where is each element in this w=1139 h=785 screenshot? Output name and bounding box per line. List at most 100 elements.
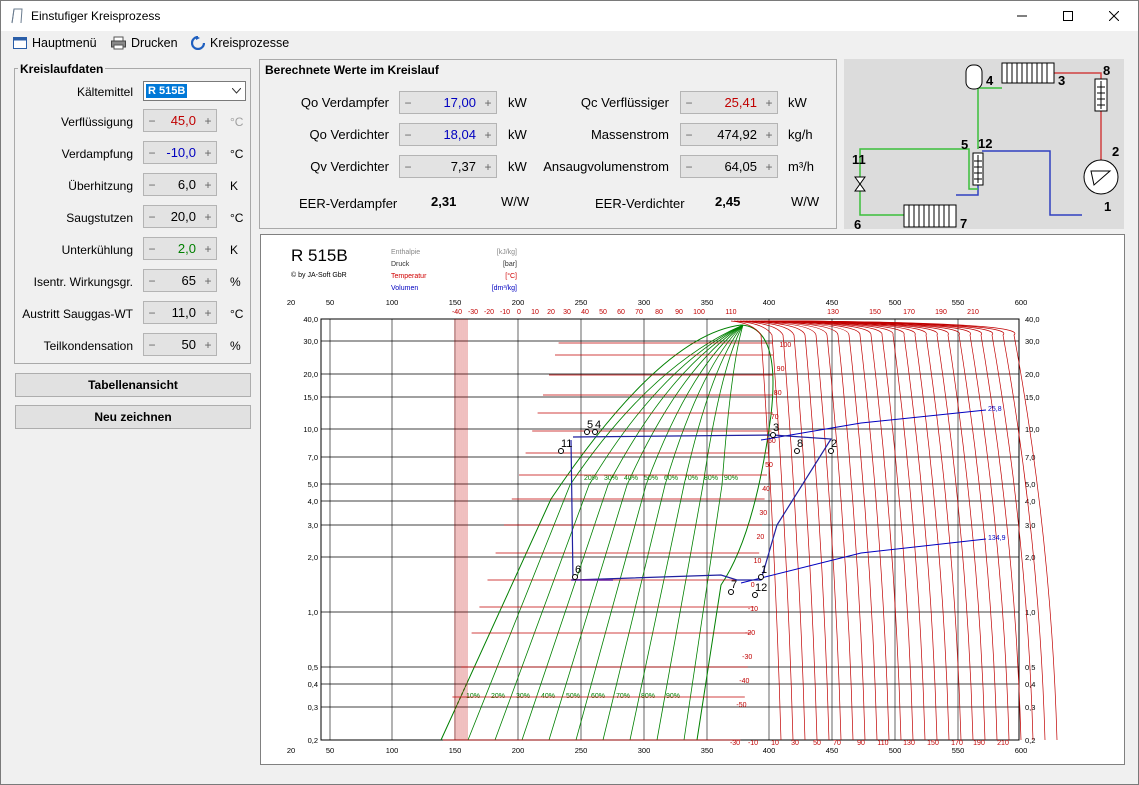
temp-tick-bottom: 90 <box>857 740 865 747</box>
temp-tick-top: 100 <box>693 309 705 316</box>
circuit-row-value[interactable]: 11,0 <box>160 305 200 320</box>
legend-unit: [dm³/kg] <box>492 285 517 292</box>
increment-icon[interactable]: + <box>200 242 216 256</box>
circuit-row-spinner[interactable]: − 65 + <box>143 269 217 292</box>
decrement-icon[interactable]: − <box>144 178 160 192</box>
minimize-button[interactable] <box>999 1 1045 31</box>
maximize-button[interactable] <box>1045 1 1091 31</box>
increment-icon[interactable]: + <box>200 306 216 320</box>
decrement-icon[interactable]: − <box>144 146 160 160</box>
decrement-icon[interactable]: − <box>144 306 160 320</box>
refrigerant-select[interactable]: R 515B <box>143 81 246 101</box>
enthalpy-tick-bottom: 350 <box>701 746 714 755</box>
decrement-icon[interactable]: − <box>144 210 160 224</box>
circuit-row-value[interactable]: 65 <box>160 273 200 288</box>
decrement-icon[interactable]: − <box>144 114 160 128</box>
redraw-button[interactable]: Neu zeichnen <box>15 405 251 429</box>
pressure-tick-left: 3,0 <box>308 521 318 530</box>
enthalpy-tick-top: 300 <box>638 298 651 307</box>
table-view-button[interactable]: Tabellenansicht <box>15 373 251 397</box>
isotherm-label: -20 <box>745 630 755 637</box>
circuit-row-value[interactable]: -10,0 <box>160 145 200 160</box>
quality-label-top: 80% <box>704 475 718 482</box>
enthalpy-tick-top: 600 <box>1015 298 1028 307</box>
cycle-point-label: 7 <box>731 579 737 591</box>
increment-icon[interactable]: + <box>200 114 216 128</box>
enthalpy-tick-top: 200 <box>512 298 525 307</box>
decrement-icon[interactable]: − <box>144 274 160 288</box>
circuit-row-spinner[interactable]: − 45,0 + <box>143 109 217 132</box>
circuit-row-label: Saugstutzen <box>66 211 133 225</box>
circuit-row-spinner[interactable]: − 11,0 + <box>143 301 217 324</box>
circuit-row-spinner[interactable]: − 50 + <box>143 333 217 356</box>
decrement-icon[interactable]: − <box>144 242 160 256</box>
pressure-tick-left: 40,0 <box>303 315 318 324</box>
quality-label-bottom: 50% <box>566 693 580 700</box>
quality-label-bottom: 80% <box>641 693 655 700</box>
increment-icon: + <box>765 127 773 142</box>
increment-icon[interactable]: + <box>200 338 216 352</box>
calc-right-label: Massenstrom <box>590 127 669 142</box>
decrement-icon: − <box>404 159 412 174</box>
calculated-values-title: Berechnete Werte im Kreislauf <box>263 63 441 77</box>
circuit-row-spinner[interactable]: − 20,0 + <box>143 205 217 228</box>
schematic-point-label: 3 <box>1058 73 1065 88</box>
saturation-curve <box>440 324 774 741</box>
increment-icon: + <box>484 159 492 174</box>
enthalpy-tick-top: 450 <box>826 298 839 307</box>
increment-icon[interactable]: + <box>200 210 216 224</box>
circuit-row-value[interactable]: 2,0 <box>160 241 200 256</box>
menu-processes-label: Kreisprozesse <box>210 36 290 50</box>
refrigerant-label: Kältemittel <box>76 85 133 99</box>
circuit-row-spinner[interactable]: − 2,0 + <box>143 237 217 260</box>
close-button[interactable] <box>1091 1 1137 31</box>
temp-tick-bottom: 70 <box>833 740 841 747</box>
quality-label-top: 90% <box>724 475 738 482</box>
temp-tick-top: 50 <box>599 309 607 316</box>
quality-label-bottom: 20% <box>491 693 505 700</box>
pressure-tick-left: 0,5 <box>308 663 318 672</box>
circuit-row-spinner[interactable]: − 6,0 + <box>143 173 217 196</box>
schematic-point-label: 1 <box>1104 199 1111 214</box>
circuit-row-value[interactable]: 50 <box>160 337 200 352</box>
temp-tick-top: -20 <box>484 309 494 316</box>
quality-line <box>683 324 744 741</box>
circuit-row-value[interactable]: 20,0 <box>160 209 200 224</box>
circuit-row-label: Isentr. Wirkungsgr. <box>33 275 133 289</box>
pressure-tick-right: 4,0 <box>1025 497 1035 506</box>
menu-bar: Hauptmenü Drucken Kreisprozesse <box>1 31 1138 57</box>
decrement-icon[interactable]: − <box>144 338 160 352</box>
receiver-icon <box>965 64 983 90</box>
circuit-row-unit: K <box>230 179 239 193</box>
calc-left-spinner: − 17,00 + <box>399 91 497 114</box>
increment-icon[interactable]: + <box>200 146 216 160</box>
circuit-row-spinner[interactable]: − -10,0 + <box>143 141 217 164</box>
increment-icon[interactable]: + <box>200 178 216 192</box>
schematic-point-label: 7 <box>960 216 967 229</box>
temp-tick-bottom: -10 <box>748 740 758 747</box>
circuit-row-unit: °C <box>230 147 244 161</box>
temp-tick-bottom: 30 <box>791 740 799 747</box>
pressure-tick-right: 15,0 <box>1025 393 1040 402</box>
eer-compressor-label: EER-Verdichter <box>595 196 685 211</box>
schematic-point-label: 11 <box>852 152 866 167</box>
isochor-line <box>740 538 987 584</box>
enthalpy-tick-bottom: 100 <box>386 746 399 755</box>
menu-processes[interactable]: Kreisprozesse <box>191 36 289 50</box>
temp-tick-top: 0 <box>517 309 521 316</box>
enthalpy-tick-bottom: 300 <box>638 746 651 755</box>
menu-main[interactable]: Hauptmenü <box>13 36 97 50</box>
menu-print[interactable]: Drucken <box>111 36 178 50</box>
circuit-row-label: Austritt Sauggas-WT <box>22 307 133 321</box>
circuit-row-value[interactable]: 45,0 <box>160 113 200 128</box>
enthalpy-tick-bottom: 600 <box>1015 746 1028 755</box>
isotherm-label: 30 <box>759 510 767 517</box>
decrement-icon: − <box>404 127 412 142</box>
increment-icon[interactable]: + <box>200 274 216 288</box>
temp-tick-top: -10 <box>500 309 510 316</box>
quality-label-bottom: 30% <box>516 693 530 700</box>
circuit-schematic: 4 3 8 2 1 5 12 11 6 7 <box>844 59 1124 229</box>
isotherm-label: 90 <box>777 366 785 373</box>
circuit-row-value[interactable]: 6,0 <box>160 177 200 192</box>
temp-tick-top: 10 <box>531 309 539 316</box>
